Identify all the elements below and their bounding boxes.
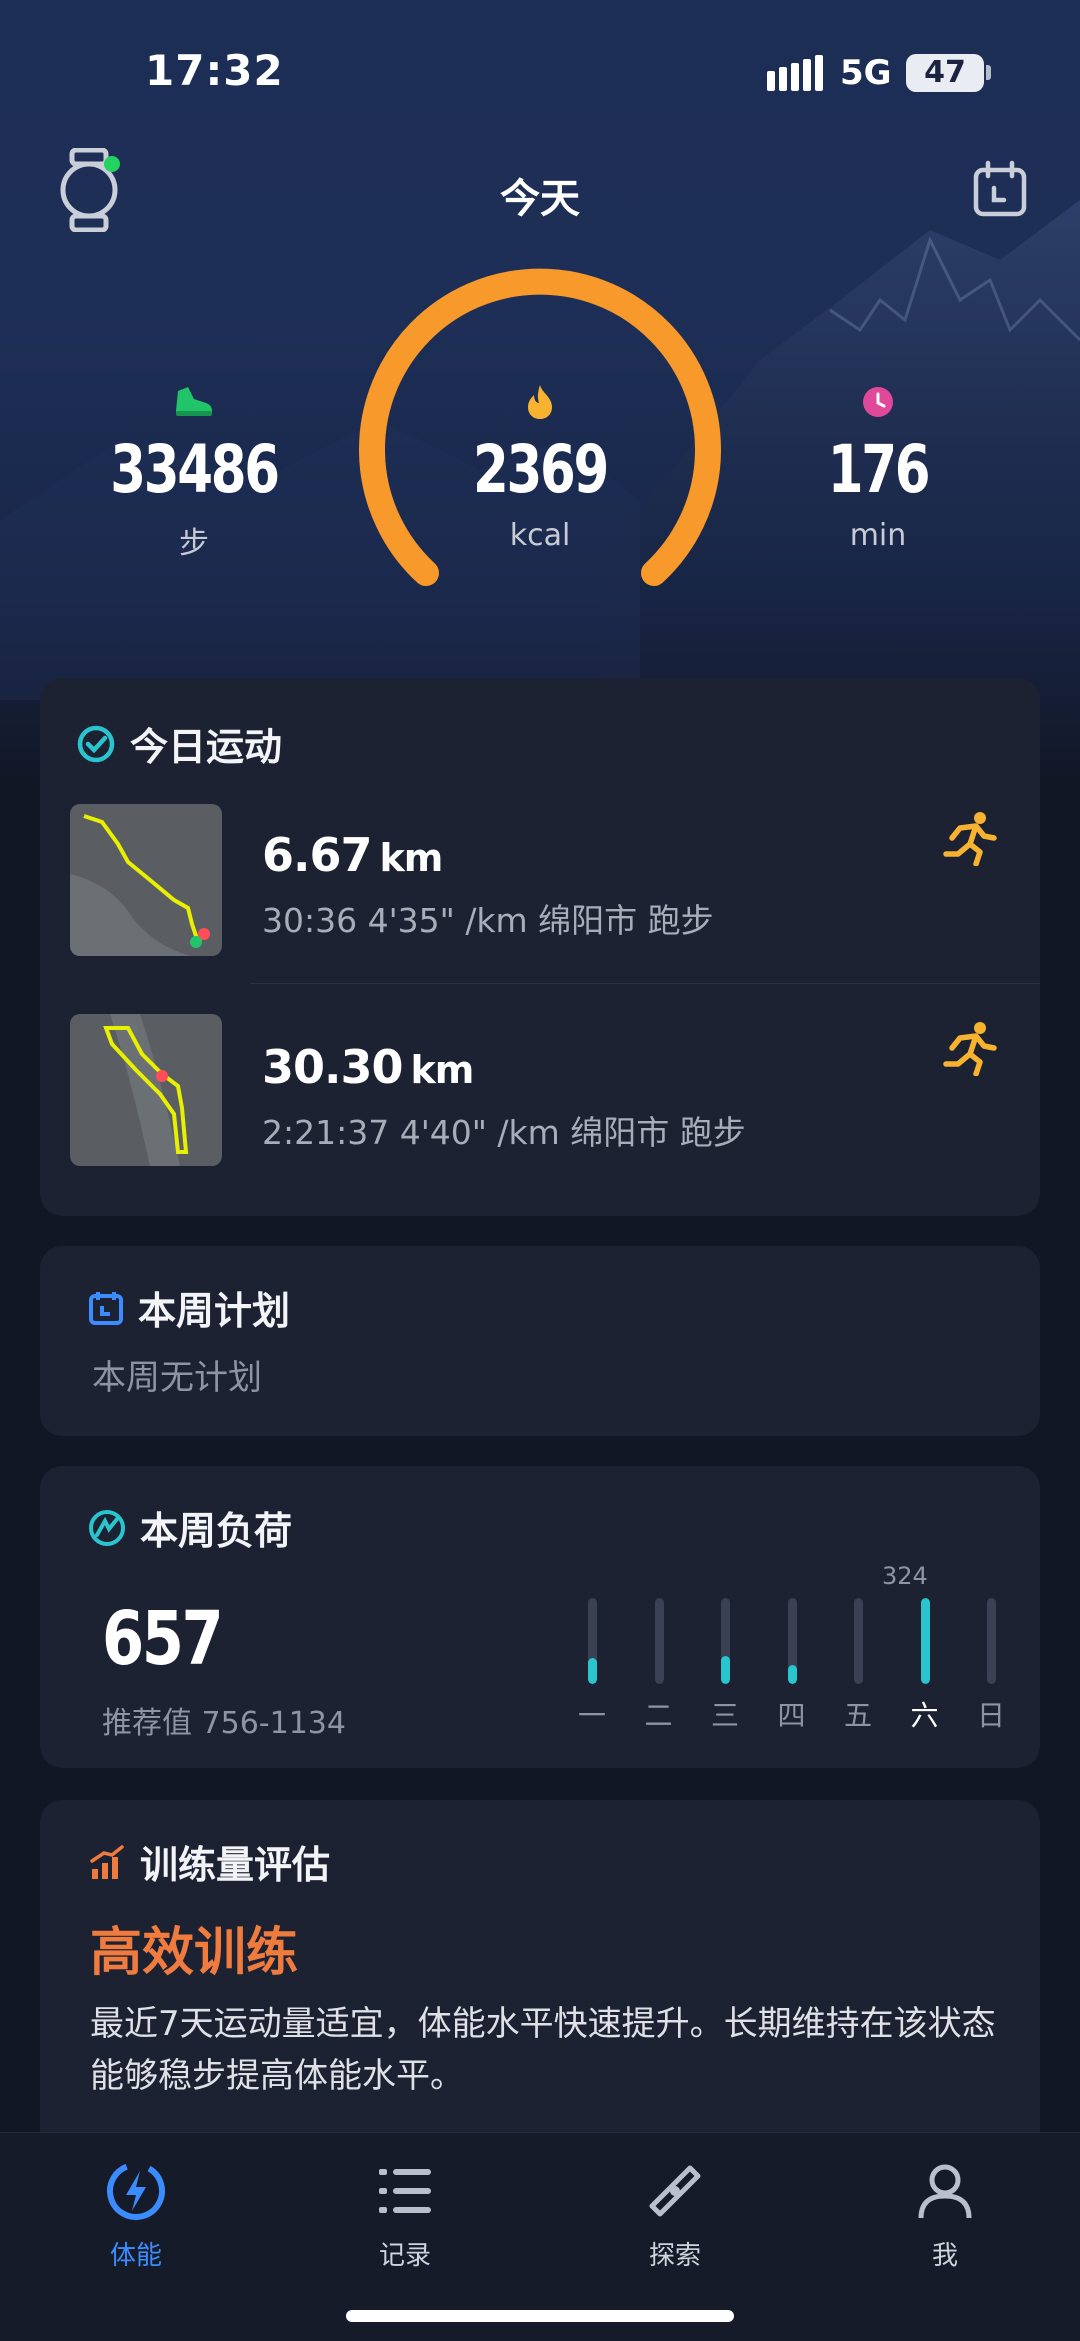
calories-unit: kcal <box>509 518 571 553</box>
training-eval-level: 高效训练 <box>90 1923 299 1983</box>
load-bar-fill <box>721 1656 730 1684</box>
steps-unit: 步 <box>179 526 209 561</box>
weekly-load-recommended: 推荐值 756-1134 <box>102 1706 346 1741</box>
weekly-plan-card[interactable]: 本周计划 本周无计划 <box>40 1246 1040 1436</box>
trend-chart-icon <box>90 1844 124 1879</box>
activity-distance: 6.67 km <box>262 828 444 882</box>
load-bar-3: 四 <box>772 1466 812 1746</box>
load-bar-track <box>920 1598 930 1684</box>
load-bar-day-label: 四 <box>777 1699 806 1732</box>
tab-me-label: 我 <box>931 2241 958 2271</box>
activity-distance-unit: km <box>410 1048 475 1092</box>
steps-stat[interactable]: 33486 步 <box>64 380 324 562</box>
network-type: 5G <box>840 53 892 93</box>
load-bar-track <box>787 1598 797 1684</box>
training-eval-card[interactable]: 训练量评估 高效训练 最近7天运动量适宜，体能水平快速提升。长期维持在该状态能够… <box>40 1800 1040 2160</box>
load-bar-day-label: 一 <box>577 1699 606 1732</box>
activity-detail: 30:36 4'35" /km 绵阳市 跑步 <box>262 901 714 940</box>
weekly-load-card[interactable]: 本周负荷 657 推荐值 756-1134 324 一二三四五六日 <box>40 1466 1040 1768</box>
minutes-stat[interactable]: 176 min <box>748 380 1008 553</box>
tab-records[interactable]: 记录 <box>325 2153 485 2272</box>
tab-explore-label: 探索 <box>648 2241 701 2271</box>
load-bar-5: 六 <box>905 1466 945 1746</box>
training-eval-title: 训练量评估 <box>88 1834 330 1889</box>
load-bar-4: 五 <box>838 1466 878 1746</box>
check-circle-icon <box>77 725 115 762</box>
calories-stat[interactable]: 2369 kcal <box>410 380 670 553</box>
load-gauge-icon <box>89 1509 125 1546</box>
tab-me[interactable]: 我 <box>865 2153 1025 2272</box>
load-bar-track <box>721 1598 730 1684</box>
calendar-small-icon <box>89 1291 123 1325</box>
weekly-plan-label: 本周计划 <box>138 1289 291 1333</box>
compass-icon <box>595 2153 755 2229</box>
running-icon <box>943 1022 997 1076</box>
activity-distance-value: 30.30 <box>262 1040 404 1094</box>
activity-distance-value: 6.67 <box>262 828 372 882</box>
tab-fitness[interactable]: 体能 <box>56 2153 216 2272</box>
load-bar-day-label: 六 <box>910 1699 939 1732</box>
status-time: 17:32 <box>145 46 284 95</box>
user-icon <box>865 2153 1025 2229</box>
route-map-thumbnail <box>70 804 222 956</box>
clock-icon <box>748 380 1008 424</box>
running-icon <box>943 812 997 866</box>
tab-records-label: 记录 <box>378 2241 431 2271</box>
divider <box>250 983 1040 984</box>
load-bar-track <box>654 1598 664 1684</box>
minutes-value: 176 <box>827 431 931 508</box>
load-bar-6: 日 <box>971 1466 1011 1746</box>
watch-connected-dot <box>104 156 120 172</box>
training-eval-description: 最近7天运动量适宜，体能水平快速提升。长期维持在该状态能够稳步提高体能水平。 <box>90 2004 996 2096</box>
signal-icon <box>767 55 823 91</box>
weekly-plan-subtitle: 本周无计划 <box>92 1358 262 1398</box>
load-bar-day-label: 二 <box>644 1699 673 1732</box>
today-activities-title: 今日运动 <box>76 716 282 771</box>
load-bar-fill <box>588 1658 597 1684</box>
today-activities-label: 今日运动 <box>130 725 283 769</box>
training-eval-label: 训练量评估 <box>140 1843 331 1887</box>
load-bar-track <box>987 1598 996 1684</box>
weekly-load-label: 本周负荷 <box>140 1509 293 1553</box>
list-icon <box>325 2153 485 2229</box>
status-bar: 17:32 5G 47 <box>0 0 1080 140</box>
load-bar-day-label: 日 <box>976 1699 1005 1732</box>
load-bar-fill <box>920 1598 930 1684</box>
load-bar-day-label: 三 <box>710 1699 739 1732</box>
today-activities-card: 今日运动 6.67 km 30:36 4'35" /km 绵阳市 跑步 30.3… <box>40 678 1040 1216</box>
flame-icon <box>410 380 670 424</box>
calories-value: 2369 <box>473 431 609 508</box>
load-bar-track <box>588 1598 597 1684</box>
load-bar-2: 三 <box>705 1466 745 1746</box>
activity-distance: 30.30 km <box>262 1040 475 1094</box>
load-bar-0: 一 <box>572 1466 612 1746</box>
home-indicator <box>346 2310 734 2322</box>
tab-fitness-label: 体能 <box>109 2241 162 2271</box>
calendar-icon[interactable] <box>970 160 1030 220</box>
weekly-plan-title: 本周计划 <box>88 1280 290 1335</box>
weekly-load-value: 657 <box>102 1596 224 1682</box>
route-map-thumbnail <box>70 1014 222 1166</box>
steps-value: 33486 <box>110 431 280 508</box>
activity-distance-unit: km <box>379 836 444 880</box>
shoe-icon <box>64 380 324 424</box>
load-bar-1: 二 <box>639 1466 679 1746</box>
weekly-load-title: 本周负荷 <box>88 1500 292 1555</box>
load-bar-day-label: 五 <box>843 1699 872 1732</box>
load-bar-track <box>854 1598 863 1684</box>
battery-tip <box>986 65 991 80</box>
lightning-icon <box>56 2153 216 2229</box>
load-bar-fill <box>787 1665 797 1684</box>
activity-detail: 2:21:37 4'40" /km 绵阳市 跑步 <box>262 1113 746 1152</box>
battery-level: 47 <box>906 54 984 92</box>
tab-explore[interactable]: 探索 <box>595 2153 755 2272</box>
minutes-unit: min <box>849 518 907 553</box>
page-title: 今天 <box>500 176 580 222</box>
